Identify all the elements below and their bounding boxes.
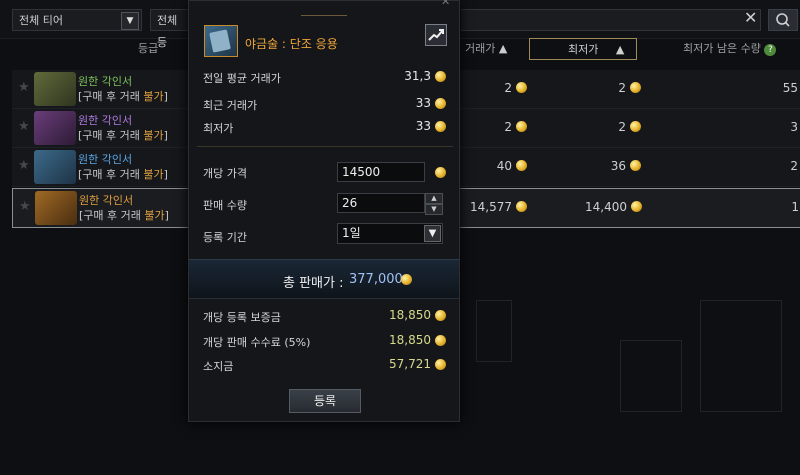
gold-coin-icon	[516, 160, 527, 171]
decrement-icon[interactable]: ▼	[425, 204, 443, 215]
sell-registration-dialog: ✕ 야금술 : 단조 응용 전일 평균 거래가 31,3 최근 거래가 33 최…	[188, 0, 460, 422]
lowest-price: 2	[568, 120, 641, 134]
gold-coin-icon	[435, 167, 446, 178]
chevron-down-icon[interactable]: ▼	[424, 225, 441, 242]
lowest-price: 2	[568, 81, 641, 95]
item-note: [구매 후 거래 불가]	[78, 90, 168, 103]
gold-coin-icon	[435, 359, 446, 370]
tier-filter-label: 전체 티어	[19, 14, 63, 27]
trend-chart-icon	[428, 29, 444, 41]
increment-icon[interactable]: ▲	[425, 193, 443, 204]
recent-price: 14,577	[453, 200, 527, 214]
quantity-label: 판매 수량	[203, 199, 247, 212]
recent-price: 2	[467, 120, 527, 134]
item-name: 원한 각인서	[79, 194, 134, 207]
column-grade[interactable]: 등급	[138, 38, 158, 60]
quantity-input[interactable]: 26	[337, 193, 425, 213]
background-panel	[700, 300, 782, 412]
column-remaining-qty[interactable]: 최저가 남은 수량 ?	[683, 38, 777, 60]
period-label: 등록 기간	[203, 231, 247, 244]
tier-filter-dropdown[interactable]: 전체 티어 ▼	[12, 9, 142, 31]
gold-coin-icon	[435, 310, 446, 321]
gold-coin-icon	[435, 71, 446, 82]
engraving-book-icon	[34, 72, 76, 106]
engraving-book-icon	[34, 150, 76, 184]
column-lowest-price[interactable]: 최저가 ▲	[529, 38, 637, 60]
recent-price-value: 33	[415, 96, 431, 110]
gold-coin-icon	[435, 335, 446, 346]
favorite-star-icon[interactable]: ★	[18, 119, 30, 134]
gold-coin-icon	[516, 121, 527, 132]
remaining-qty: 2	[790, 159, 798, 173]
gold-value: 57,721	[389, 357, 431, 371]
recent-price-label: 최근 거래가	[203, 99, 258, 112]
period-value: 1일	[342, 226, 361, 240]
period-select[interactable]: 1일 ▼	[337, 223, 443, 244]
category-filter-label: 전체 등	[157, 14, 178, 49]
search-button[interactable]	[768, 9, 798, 31]
engraving-book-icon	[35, 191, 77, 225]
price-chart-button[interactable]	[425, 24, 447, 46]
search-input[interactable]	[461, 9, 761, 31]
gold-coin-icon	[435, 98, 446, 109]
column-remaining-label: 최저가 남은 수량	[683, 42, 761, 55]
help-icon[interactable]: ?	[764, 44, 777, 56]
prev-avg-label: 전일 평균 거래가	[203, 72, 281, 85]
search-icon	[776, 13, 790, 27]
gold-coin-icon	[630, 160, 641, 171]
divider	[197, 146, 453, 147]
item-note: [구매 후 거래 불가]	[78, 129, 168, 142]
recent-price: 40	[467, 159, 527, 173]
gold-coin-icon	[516, 201, 527, 212]
recent-price: 2	[467, 81, 527, 95]
column-recent-price[interactable]: 거래가 ▲	[465, 38, 507, 60]
favorite-star-icon[interactable]: ★	[19, 199, 31, 214]
total-price-bar: 총 판매가 : 377,000	[189, 259, 459, 299]
favorite-star-icon[interactable]: ★	[18, 80, 30, 95]
column-recent-label: 거래가	[465, 42, 496, 55]
gold-coin-icon	[630, 82, 641, 93]
item-name: 원한 각인서	[78, 153, 133, 166]
fee-value: 18,850	[389, 333, 431, 347]
favorite-star-icon[interactable]: ★	[18, 158, 30, 173]
clear-search-icon[interactable]: ✕	[744, 8, 757, 27]
gold-coin-icon	[630, 121, 641, 132]
background-panel	[620, 340, 682, 412]
fee-label: 개당 판매 수수료 (5%)	[203, 336, 311, 349]
deposit-label: 개당 등록 보증금	[203, 311, 281, 324]
gold-coin-icon	[516, 82, 527, 93]
item-name: 원한 각인서	[78, 114, 133, 127]
lowest-price-value: 33	[415, 119, 431, 133]
title-ornament	[301, 5, 347, 16]
unit-price-input[interactable]: 14500	[337, 162, 425, 182]
item-note: [구매 후 거래 불가]	[79, 209, 169, 222]
total-value: 377,000	[349, 272, 403, 287]
engraving-book-icon	[34, 111, 76, 145]
background-panel	[476, 300, 512, 362]
prev-avg-value: 31,3	[404, 69, 431, 83]
remaining-qty: 1	[791, 200, 799, 214]
lowest-price: 36	[568, 159, 641, 173]
lowest-price-label: 최저가	[203, 122, 234, 135]
gold-coin-icon	[631, 201, 642, 212]
close-icon[interactable]: ✕	[441, 0, 450, 8]
item-note: [구매 후 거래 불가]	[78, 168, 168, 181]
item-icon	[204, 25, 238, 57]
chevron-down-icon[interactable]: ▼	[121, 12, 139, 30]
deposit-value: 18,850	[389, 308, 431, 322]
register-button[interactable]: 등록	[289, 389, 361, 413]
remaining-qty: 55	[782, 81, 798, 95]
lowest-price: 14,400	[553, 200, 642, 214]
unit-price-label: 개당 가격	[203, 167, 247, 180]
column-lowest-label: 최저가	[568, 43, 599, 56]
total-label: 총 판매가 :	[283, 276, 344, 291]
item-name: 원한 각인서	[78, 75, 133, 88]
gold-label: 소지금	[203, 360, 234, 373]
category-filter-dropdown[interactable]: 전체 등	[150, 9, 190, 49]
gold-coin-icon	[435, 121, 446, 132]
remaining-qty: 3	[790, 120, 798, 134]
quantity-stepper[interactable]: ▲ ▼	[425, 193, 443, 215]
gold-coin-icon	[401, 274, 412, 285]
item-name: 야금술 : 단조 응용	[245, 37, 338, 51]
